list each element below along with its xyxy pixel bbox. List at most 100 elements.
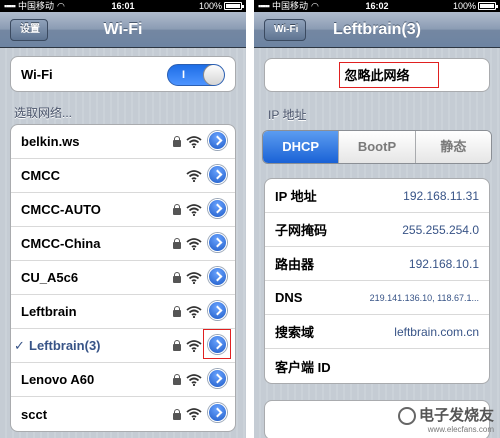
detail-button-wrapper — [208, 130, 235, 153]
watermark-title: 电子发烧友 — [418, 406, 494, 424]
wifi-toggle-switch[interactable]: I — [167, 64, 225, 86]
detail-disclosure-icon[interactable] — [208, 130, 227, 150]
lock-icon — [173, 204, 181, 215]
wifi-label: Wi-Fi — [21, 66, 53, 82]
detail-button-wrapper — [208, 198, 235, 221]
info-label: IP 地址 — [275, 189, 317, 204]
page-title: Wi-Fi — [103, 21, 143, 38]
network-row[interactable]: ✓ Leftbrain(3) — [11, 328, 235, 363]
detail-button-wrapper — [208, 368, 235, 391]
detail-disclosure-icon[interactable] — [208, 266, 227, 286]
lock-icon — [173, 238, 181, 249]
detail-button-wrapper — [203, 328, 235, 359]
watermark-title-group: 电子发烧友 — [397, 404, 494, 425]
battery-icon — [224, 2, 244, 10]
detail-button-wrapper — [208, 232, 235, 255]
network-row[interactable]: CU_A5c6 — [11, 261, 235, 295]
network-row[interactable]: CMCC-AUTO — [11, 193, 235, 227]
status-bar: ▪▪▪▪▪ 中国移动 ◠ 16:02 100% — [254, 0, 500, 12]
info-row[interactable]: DNS 219.141.136.10, 118.67.1... — [265, 281, 489, 315]
battery-icon — [478, 2, 498, 10]
watermark-url: www.elecfans.com — [427, 425, 494, 434]
network-row[interactable]: belkin.ws — [11, 125, 235, 159]
wifi-toggle-row: Wi-Fi I — [11, 57, 235, 91]
info-label: 子网掩码 — [275, 223, 328, 238]
battery-group: 100% — [452, 0, 498, 12]
detail-button-wrapper — [208, 300, 235, 323]
segment-静态[interactable]: 静态 — [414, 131, 491, 163]
network-name: belkin.ws — [21, 134, 80, 149]
battery-percent: 100% — [198, 1, 222, 11]
info-label: DNS — [275, 290, 303, 305]
network-list: belkin.ws CMCC CMCC-AUTO CMCC-China CU_A5c6 L… — [10, 124, 236, 432]
watermark-logo-icon — [397, 407, 416, 425]
lock-icon — [173, 306, 181, 317]
ip-address-heading: IP 地址 — [268, 108, 307, 122]
network-row[interactable]: Leftbrain — [11, 295, 235, 329]
wifi-signal-icon — [186, 135, 202, 148]
network-name: Lenovo A60 — [21, 372, 95, 387]
detail-disclosure-icon[interactable] — [208, 403, 227, 422]
detail-disclosure-icon[interactable] — [208, 368, 227, 388]
toggle-knob — [203, 65, 224, 85]
detail-disclosure-icon[interactable] — [208, 232, 227, 252]
network-name: Leftbrain — [21, 304, 77, 319]
lock-icon — [173, 272, 181, 283]
info-row[interactable]: 客户端 ID — [265, 349, 489, 383]
detail-disclosure-icon[interactable] — [208, 164, 227, 184]
battery-percent: 100% — [452, 1, 476, 11]
wifi-signal-icon — [186, 408, 202, 420]
segment-dhcp[interactable]: DHCP — [263, 131, 339, 163]
info-row: 子网掩码 255.255.254.0 — [265, 213, 489, 247]
network-name: CMCC-AUTO — [21, 202, 101, 217]
detail-button-wrapper — [208, 164, 235, 187]
wifi-signal-icon — [186, 203, 202, 216]
wifi-settings-screen: ▪▪▪▪▪ 中国移动 ◠ 16:01 100% 设置 Wi-Fi Wi-Fi I 选… — [0, 0, 246, 438]
lock-icon — [173, 136, 181, 147]
watermark: 电子发烧友 www.elecfans.com — [397, 404, 494, 434]
lock-icon — [173, 408, 181, 420]
page-title: Leftbrain(3) — [333, 21, 421, 38]
wifi-signal-icon — [186, 339, 202, 352]
forget-network-button[interactable]: 忽略此网络 — [264, 58, 490, 92]
ip-info-list: IP 地址 192.168.11.31 子网掩码 255.255.254.0 路由器 19… — [264, 178, 490, 384]
info-label: 路由器 — [275, 257, 315, 272]
wifi-signal-icon — [186, 169, 202, 182]
network-row[interactable]: CMCC — [11, 159, 235, 193]
network-name: CMCC-China — [21, 236, 101, 251]
lock-icon — [173, 374, 181, 385]
navigation-bar: 设置 Wi-Fi — [0, 12, 246, 48]
highlight-box — [203, 328, 231, 359]
status-bar: ▪▪▪▪▪ 中国移动 ◠ 16:01 100% — [0, 0, 246, 12]
wifi-signal-icon — [186, 271, 202, 284]
info-value: 255.255.254.0 — [402, 222, 479, 237]
choose-network-heading: 选取网络... — [14, 106, 73, 120]
segment-bootp[interactable]: BootP — [338, 131, 415, 163]
detail-disclosure-icon[interactable] — [208, 198, 227, 218]
lock-icon — [173, 340, 181, 351]
info-value: 219.141.136.10, 118.67.1... — [369, 292, 479, 303]
network-row[interactable]: scct — [11, 397, 235, 431]
info-label: 搜索域 — [275, 325, 315, 340]
checkmark-icon: ✓ — [14, 337, 25, 353]
wifi-signal-icon — [186, 237, 202, 250]
detail-disclosure-icon[interactable] — [208, 300, 227, 320]
network-row[interactable]: Lenovo A60 — [11, 363, 235, 397]
toggle-on-label: I — [182, 69, 186, 81]
wifi-signal-icon — [186, 373, 202, 386]
wifi-signal-icon — [186, 305, 202, 318]
detail-button-wrapper — [208, 266, 235, 289]
network-detail-screen: ▪▪▪▪▪ 中国移动 ◠ 16:02 100% Wi-Fi Leftbrain(3)… — [254, 0, 500, 438]
network-row[interactable]: CMCC-China — [11, 227, 235, 261]
network-name: Leftbrain(3) — [29, 338, 101, 353]
battery-group: 100% — [198, 0, 244, 12]
info-value: leftbrain.com.cn — [394, 324, 479, 339]
network-name: CMCC — [21, 168, 60, 183]
info-row[interactable]: 搜索域 leftbrain.com.cn — [265, 315, 489, 349]
info-label: 客户端 ID — [275, 359, 331, 375]
navigation-bar: Wi-Fi Leftbrain(3) — [254, 12, 500, 48]
ip-mode-segmented-control: DHCP BootP 静态 — [262, 130, 492, 164]
info-value: 192.168.10.1 — [408, 256, 479, 271]
info-value: 192.168.11.31 — [403, 188, 479, 203]
network-name: CU_A5c6 — [21, 270, 79, 285]
